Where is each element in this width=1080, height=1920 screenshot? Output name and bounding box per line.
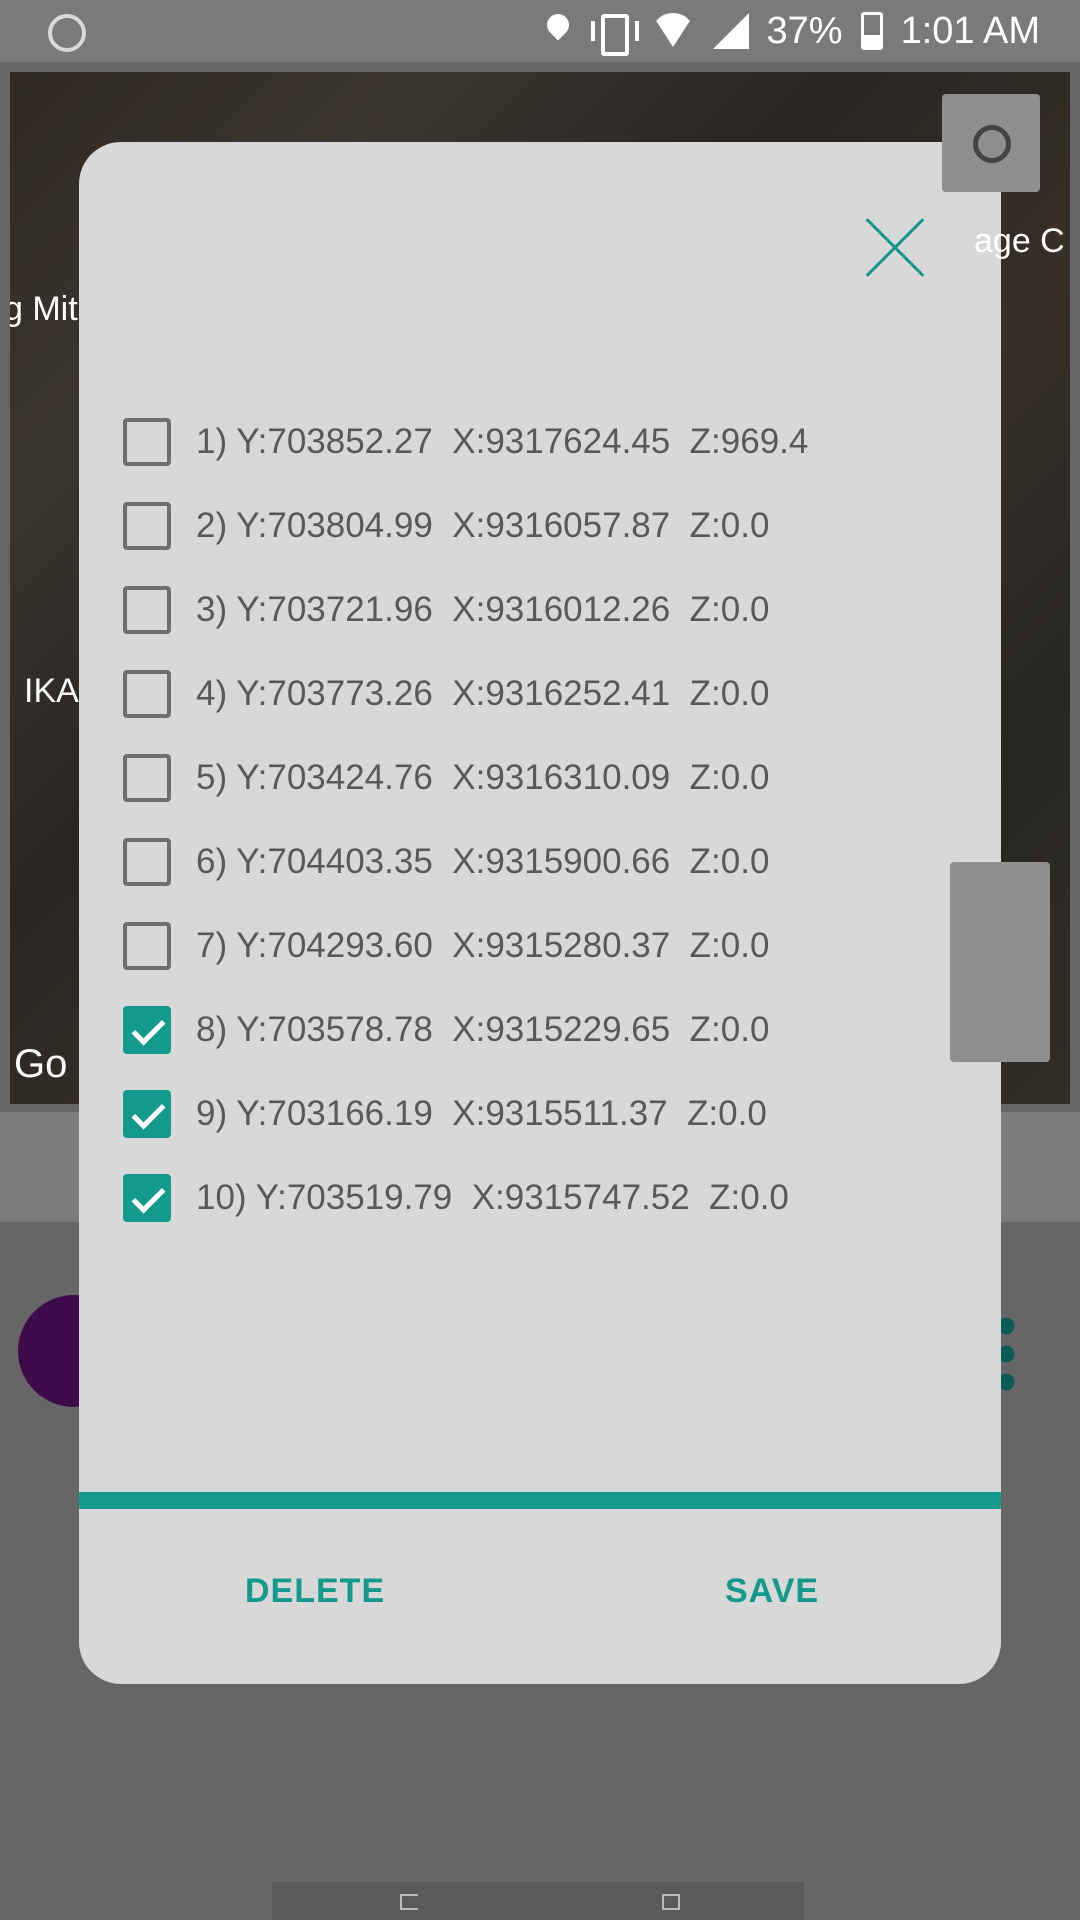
list-item[interactable]: 2) Y:703804.99 X:9316057.87 Z:0.0 [123, 484, 963, 568]
save-button[interactable]: SAVE [725, 1572, 819, 1611]
vibrate-icon [589, 12, 639, 56]
location-icon [545, 14, 571, 48]
battery-icon [860, 12, 883, 50]
zoom-controls[interactable] [950, 862, 1050, 1062]
sync-icon [48, 14, 86, 52]
list-item[interactable]: 5) Y:703424.76 X:9316310.09 Z:0.0 [123, 736, 963, 820]
map-label: age C [974, 222, 1065, 260]
map-label: IKA [24, 672, 79, 710]
checkbox-unchecked[interactable] [123, 670, 171, 718]
my-location-button[interactable] [942, 94, 1040, 192]
point-coordinates: 1) Y:703852.27 X:9317624.45 Z:969.4 [196, 422, 809, 461]
list-item[interactable]: 10) Y:703519.79 X:9315747.52 Z:0.0 [123, 1156, 963, 1240]
checkbox-unchecked[interactable] [123, 502, 171, 550]
battery-percent: 37% [766, 9, 843, 52]
point-coordinates: 10) Y:703519.79 X:9315747.52 Z:0.0 [196, 1178, 789, 1217]
checkbox-checked[interactable] [123, 1006, 171, 1054]
status-icons: 37% 1:01 AM [545, 0, 1040, 62]
close-icon[interactable] [863, 216, 927, 280]
point-coordinates: 4) Y:703773.26 X:9316252.41 Z:0.0 [196, 674, 770, 713]
checkbox-unchecked[interactable] [123, 586, 171, 634]
list-item[interactable]: 4) Y:703773.26 X:9316252.41 Z:0.0 [123, 652, 963, 736]
map-label: g Mit [10, 290, 78, 328]
checkbox-unchecked[interactable] [123, 754, 171, 802]
point-coordinates: 2) Y:703804.99 X:9316057.87 Z:0.0 [196, 506, 770, 545]
point-coordinates: 9) Y:703166.19 X:9315511.37 Z:0.0 [196, 1094, 767, 1133]
back-icon[interactable] [400, 1894, 418, 1910]
points-dialog: 1) Y:703852.27 X:9317624.45 Z:969.4 2) Y:… [79, 142, 1001, 1684]
delete-button[interactable]: DELETE [245, 1572, 385, 1611]
dialog-divider [79, 1492, 1001, 1509]
list-item[interactable]: 7) Y:704293.60 X:9315280.37 Z:0.0 [123, 904, 963, 988]
checkbox-unchecked[interactable] [123, 922, 171, 970]
checkbox-checked[interactable] [123, 1174, 171, 1222]
list-item[interactable]: 6) Y:704403.35 X:9315900.66 Z:0.0 [123, 820, 963, 904]
signal-icon [712, 13, 749, 49]
list-item[interactable]: 1) Y:703852.27 X:9317624.45 Z:969.4 [123, 400, 963, 484]
checkbox-checked[interactable] [123, 1090, 171, 1138]
point-coordinates: 6) Y:704403.35 X:9315900.66 Z:0.0 [196, 842, 770, 881]
list-item[interactable]: 9) Y:703166.19 X:9315511.37 Z:0.0 [123, 1072, 963, 1156]
point-coordinates: 8) Y:703578.78 X:9315229.65 Z:0.0 [196, 1010, 770, 1049]
status-bar: 37% 1:01 AM [0, 0, 1080, 62]
list-item[interactable]: 3) Y:703721.96 X:9316012.26 Z:0.0 [123, 568, 963, 652]
checkbox-unchecked[interactable] [123, 418, 171, 466]
navigation-bar [272, 1882, 804, 1920]
list-item[interactable]: 8) Y:703578.78 X:9315229.65 Z:0.0 [123, 988, 963, 1072]
recent-apps-icon[interactable] [662, 1894, 680, 1910]
point-coordinates: 5) Y:703424.76 X:9316310.09 Z:0.0 [196, 758, 770, 797]
point-coordinates: 7) Y:704293.60 X:9315280.37 Z:0.0 [196, 926, 770, 965]
wifi-icon [650, 13, 695, 49]
checkbox-unchecked[interactable] [123, 838, 171, 886]
google-logo: Go [14, 1042, 68, 1086]
point-coordinates: 3) Y:703721.96 X:9316012.26 Z:0.0 [196, 590, 770, 629]
clock: 1:01 AM [900, 9, 1040, 52]
